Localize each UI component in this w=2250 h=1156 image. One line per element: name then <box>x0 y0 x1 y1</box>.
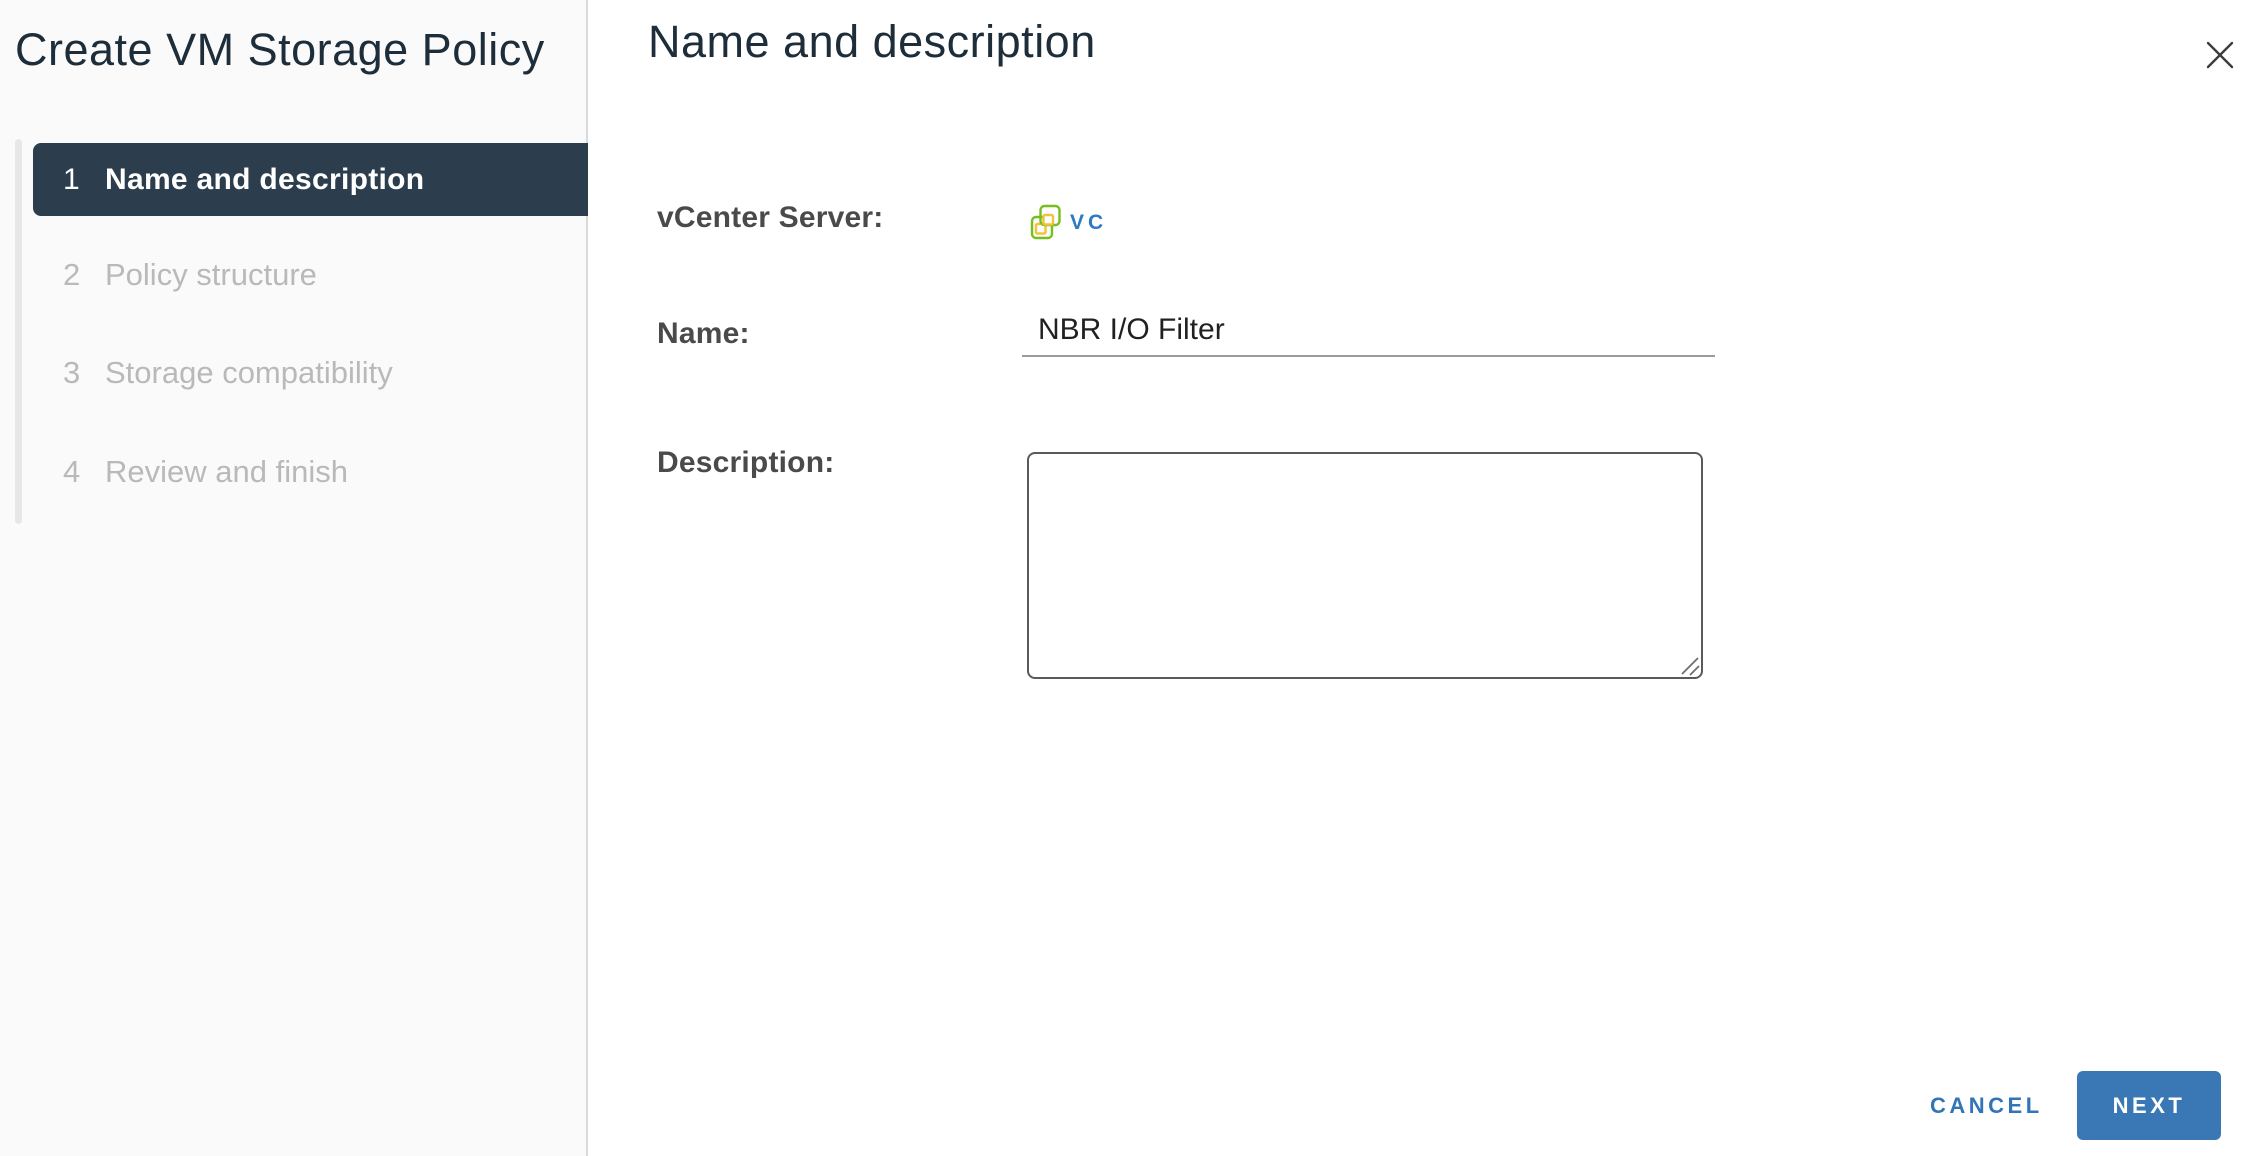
create-vm-storage-policy-dialog: Create VM Storage Policy 1 Name and desc… <box>0 0 2250 1156</box>
next-button[interactable]: NEXT <box>2077 1071 2221 1140</box>
step-number: 4 <box>63 454 105 490</box>
page-title: Name and description <box>648 16 1096 68</box>
wizard-step-review-and-finish[interactable]: 4 Review and finish <box>33 435 588 508</box>
wizard-step-storage-compatibility[interactable]: 3 Storage compatibility <box>33 336 588 409</box>
close-icon[interactable] <box>2196 32 2244 80</box>
step-label: Review and finish <box>105 454 348 490</box>
wizard-step-name-and-description[interactable]: 1 Name and description <box>33 143 588 216</box>
wizard-step-panel: Name and description vCenter Server: VC … <box>588 0 2250 1156</box>
vcenter-icon <box>1030 204 1062 245</box>
step-number: 1 <box>63 163 105 197</box>
cancel-button[interactable]: CANCEL <box>1922 1089 2051 1123</box>
step-progress-track <box>15 139 22 524</box>
step-label: Storage compatibility <box>105 355 393 391</box>
step-label: Name and description <box>105 163 424 197</box>
description-textarea[interactable] <box>1027 452 1703 679</box>
step-number: 2 <box>63 257 105 293</box>
vcenter-server-link[interactable]: VC <box>1070 211 1107 235</box>
name-label: Name: <box>657 317 750 351</box>
wizard-title: Create VM Storage Policy <box>15 24 545 76</box>
step-number: 3 <box>63 355 105 391</box>
wizard-step-policy-structure[interactable]: 2 Policy structure <box>33 238 588 311</box>
description-label: Description: <box>657 446 834 480</box>
wizard-sidebar: Create VM Storage Policy 1 Name and desc… <box>0 0 588 1156</box>
vcenter-server-label: vCenter Server: <box>657 201 883 235</box>
name-input[interactable] <box>1022 307 1715 357</box>
step-label: Policy structure <box>105 257 317 293</box>
